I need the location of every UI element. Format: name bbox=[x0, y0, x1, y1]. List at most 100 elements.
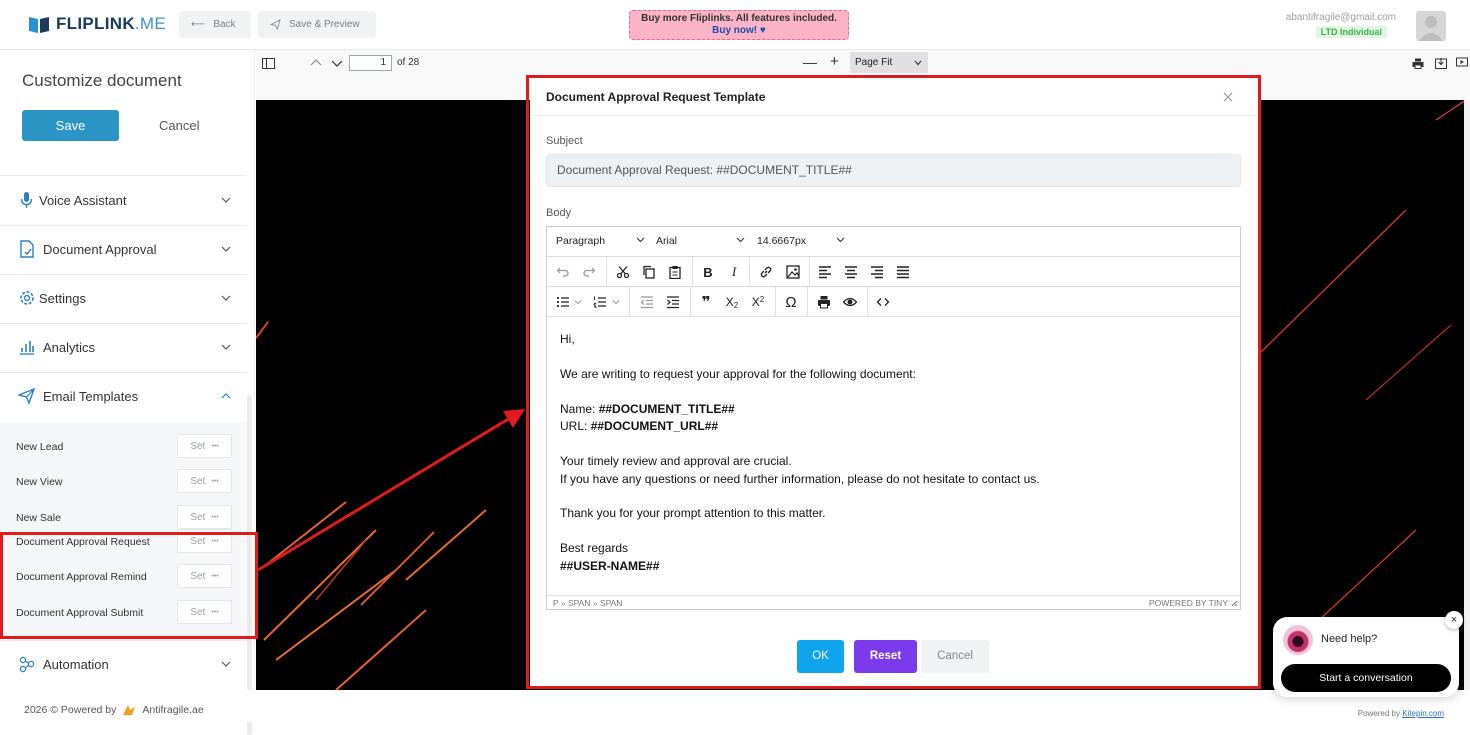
start-conversation-button[interactable]: Start a conversation bbox=[1281, 664, 1451, 692]
editor-toolbar-row-2: ❞ X2 X2 Ω bbox=[547, 287, 1240, 317]
ok-button[interactable]: OK bbox=[797, 640, 844, 673]
chevron-down-icon bbox=[221, 344, 231, 350]
presentation-icon[interactable] bbox=[1456, 57, 1468, 69]
align-left-icon[interactable] bbox=[816, 263, 834, 281]
blockquote-icon[interactable]: ❞ bbox=[697, 293, 715, 311]
numbered-list-icon[interactable] bbox=[591, 293, 609, 311]
modal-cancel-button[interactable]: Cancel bbox=[921, 640, 989, 673]
zoom-in-icon[interactable]: + bbox=[830, 53, 839, 70]
subscript-icon[interactable]: X2 bbox=[723, 293, 741, 311]
image-icon[interactable] bbox=[784, 263, 802, 281]
print-icon[interactable] bbox=[1412, 58, 1424, 69]
subject-input[interactable]: Document Approval Request: ##DOCUMENT_TI… bbox=[546, 154, 1241, 187]
toolbar-separator bbox=[749, 257, 750, 287]
italic-icon[interactable]: I bbox=[725, 263, 743, 281]
align-justify-icon[interactable] bbox=[894, 263, 912, 281]
chevron-down-icon[interactable] bbox=[331, 58, 343, 68]
source-code-icon[interactable] bbox=[874, 293, 892, 311]
copy-icon[interactable] bbox=[640, 263, 658, 281]
back-button[interactable]: ⟵ Back bbox=[179, 11, 251, 38]
cancel-button[interactable]: Cancel bbox=[159, 118, 199, 133]
save-preview-button[interactable]: Save & Preview bbox=[258, 11, 376, 38]
bar-chart-icon bbox=[20, 341, 34, 355]
editor-format-row: Paragraph Arial 14.6667px bbox=[547, 227, 1240, 257]
set-template-button[interactable]: Set ••• bbox=[177, 469, 232, 493]
section-automation[interactable]: Automation bbox=[0, 640, 247, 688]
editor-toolbar-row-1: B I bbox=[547, 257, 1240, 287]
page-number-input[interactable]: 1 bbox=[349, 55, 392, 71]
cut-icon[interactable] bbox=[614, 263, 632, 281]
more-icon: ••• bbox=[211, 513, 219, 521]
heart-icon: ♥ bbox=[759, 25, 766, 36]
undo-icon[interactable] bbox=[554, 263, 572, 281]
indent-icon[interactable] bbox=[664, 293, 682, 311]
more-icon: ••• bbox=[211, 572, 219, 580]
user-avatar[interactable] bbox=[1416, 11, 1446, 41]
close-icon[interactable] bbox=[1222, 91, 1234, 103]
sidebar-toggle-icon[interactable] bbox=[262, 58, 275, 69]
superscript-icon[interactable]: X2 bbox=[749, 293, 767, 311]
body-signature: ##USER-NAME## bbox=[560, 559, 660, 573]
toolbar-separator bbox=[867, 287, 868, 317]
align-center-icon[interactable] bbox=[842, 263, 860, 281]
save-button[interactable]: Save bbox=[22, 110, 119, 141]
toolbar-separator bbox=[629, 287, 630, 317]
sidebar-scrollbar[interactable] bbox=[247, 395, 252, 735]
more-icon: ••• bbox=[211, 477, 219, 485]
chat-close-icon[interactable]: × bbox=[1445, 611, 1463, 629]
bold-icon[interactable]: B bbox=[699, 263, 717, 281]
chevron-down-icon[interactable] bbox=[572, 293, 584, 311]
chevron-down-icon[interactable] bbox=[610, 293, 622, 311]
powered-by-tiny[interactable]: POWERED BY TINY bbox=[1149, 598, 1228, 608]
outdent-icon[interactable] bbox=[638, 293, 656, 311]
page-footer: 2026 © Powered by Antifragile.ae Powered… bbox=[0, 690, 1470, 722]
resize-handle-icon[interactable] bbox=[1231, 600, 1238, 607]
chevron-down-icon bbox=[636, 237, 645, 243]
buy-more-banner[interactable]: Buy more Fliplinks. All features include… bbox=[629, 10, 849, 40]
font-size-select[interactable]: 14.6667px bbox=[757, 235, 852, 247]
chevron-down-icon bbox=[914, 60, 922, 66]
paste-icon[interactable] bbox=[666, 263, 684, 281]
antifragile-logo-icon bbox=[123, 705, 136, 715]
section-document-approval[interactable]: Document Approval bbox=[0, 225, 247, 273]
link-icon[interactable] bbox=[757, 263, 775, 281]
block-format-select[interactable]: Paragraph bbox=[556, 235, 651, 247]
section-analytics[interactable]: Analytics bbox=[0, 323, 247, 371]
email-templates-panel: New Lead Set ••• New View Set ••• New Sale… bbox=[0, 422, 247, 640]
redo-icon[interactable] bbox=[580, 263, 598, 281]
section-voice-assistant[interactable]: Voice Assistant bbox=[0, 176, 247, 224]
set-template-button[interactable]: Set ••• bbox=[177, 505, 232, 529]
kitepin-link[interactable]: Kitepin.com bbox=[1402, 709, 1444, 718]
toolbar-separator bbox=[692, 257, 693, 287]
zoom-out-icon[interactable]: — bbox=[803, 54, 817, 70]
special-character-icon[interactable]: Ω bbox=[782, 293, 800, 311]
template-row-document-approval-request: Document Approval Request Set ••• bbox=[0, 527, 247, 557]
pdf-scrollbar[interactable] bbox=[1464, 100, 1470, 690]
section-email-templates[interactable]: Email Templates bbox=[0, 372, 247, 420]
section-settings[interactable]: Settings bbox=[0, 274, 247, 322]
reset-button[interactable]: Reset bbox=[854, 640, 917, 673]
fliplink-logo[interactable]: FLIPLINK.ME bbox=[28, 14, 166, 34]
print-icon[interactable] bbox=[815, 293, 833, 311]
set-template-button[interactable]: Set ••• bbox=[177, 529, 232, 553]
more-icon: ••• bbox=[211, 537, 219, 545]
chevron-down-icon bbox=[736, 237, 745, 243]
zoom-select[interactable]: Page Fit bbox=[850, 52, 928, 73]
buy-now-link[interactable]: Buy now! bbox=[712, 25, 757, 36]
element-path[interactable]: P » SPAN » SPAN bbox=[553, 598, 622, 608]
bullet-list-icon[interactable] bbox=[554, 293, 572, 311]
set-template-button[interactable]: Set ••• bbox=[177, 600, 232, 624]
download-icon[interactable] bbox=[1435, 57, 1447, 69]
editor-content[interactable]: Hi, We are writing to request your appro… bbox=[547, 317, 1240, 595]
document-icon bbox=[20, 240, 34, 258]
send-icon bbox=[270, 19, 281, 30]
font-family-select[interactable]: Arial bbox=[656, 235, 751, 247]
footer-brand-link[interactable]: Antifragile.ae bbox=[142, 704, 203, 716]
align-right-icon[interactable] bbox=[868, 263, 886, 281]
set-template-button[interactable]: Set ••• bbox=[177, 434, 232, 458]
preview-eye-icon[interactable] bbox=[841, 293, 859, 311]
toolbar-separator bbox=[606, 257, 607, 287]
chevron-up-icon[interactable] bbox=[310, 58, 322, 68]
set-template-button[interactable]: Set ••• bbox=[177, 564, 232, 588]
chevron-down-icon bbox=[221, 197, 231, 203]
